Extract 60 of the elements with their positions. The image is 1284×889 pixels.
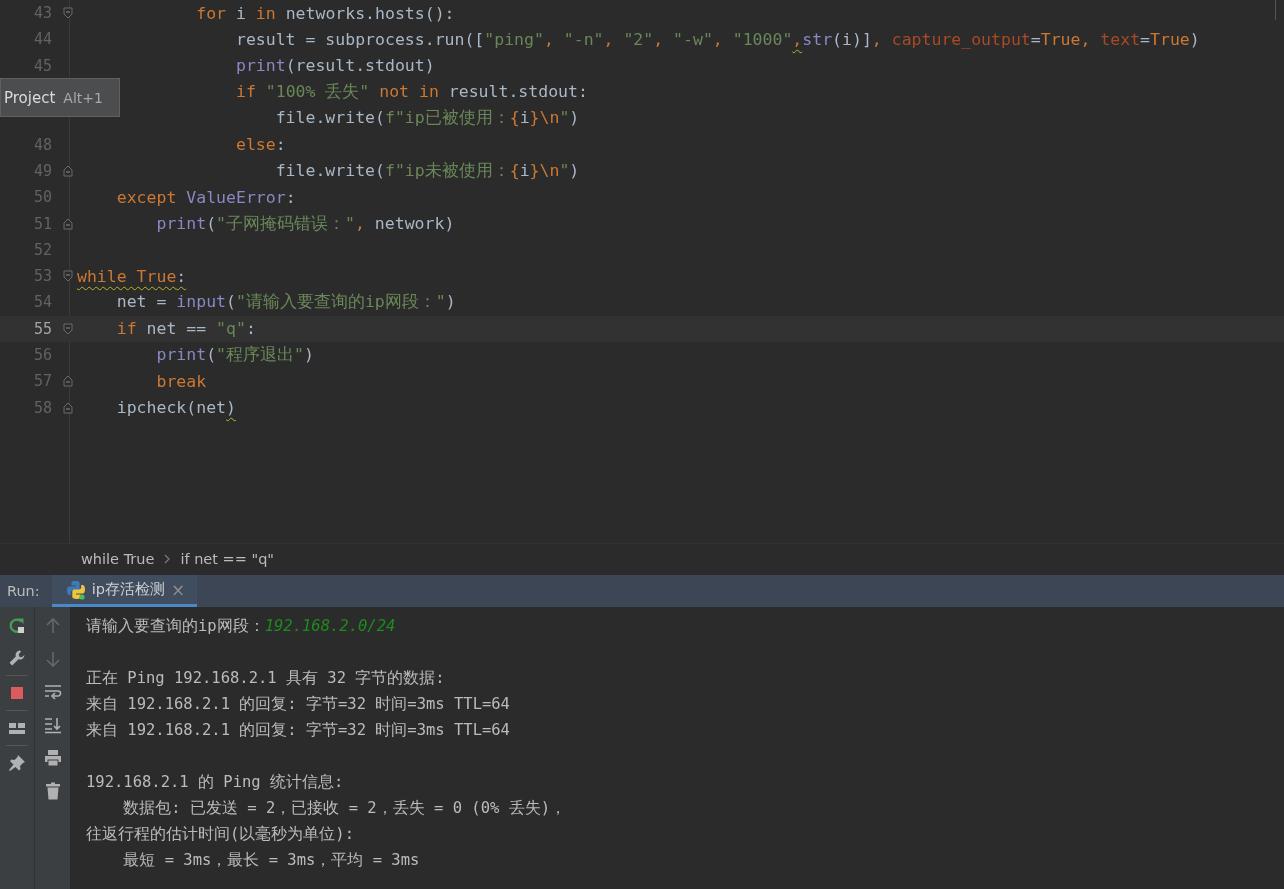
code-line: for i in networks.hosts():	[196, 3, 455, 23]
soft-wrap-icon[interactable]	[43, 683, 62, 701]
line-number: 50	[33, 188, 52, 207]
line-number: 56	[33, 346, 52, 364]
console-line: 最短 = 3ms，最长 = 3ms，平均 = 3ms	[122, 850, 421, 871]
rerun-icon[interactable]	[8, 617, 26, 635]
console-line: 请输入要查询的ip网段：192.168.2.0/24	[86, 616, 397, 637]
code-line: ipcheck(net)	[116, 398, 236, 418]
console-line: 192.168.2.1 的 Ping 统计信息:	[86, 772, 345, 793]
scroll-to-end-icon[interactable]	[43, 716, 62, 734]
console-line: 来自 192.168.2.1 的回复: 字节=32 时间=3ms TTL=64	[86, 694, 511, 715]
console-line: 数据包: 已发送 = 2，已接收 = 2，丢失 = 0 (0% 丢失)，	[122, 798, 567, 819]
line-number: 49	[33, 161, 52, 180]
run-tab[interactable]: ip存活检测 ×	[51, 575, 198, 607]
code-line: if "100% 丢失" not in result.stdout:	[235, 81, 588, 104]
code-line: break	[156, 371, 207, 391]
fold-icon[interactable]	[63, 164, 73, 177]
code-line: if net == "q":	[116, 319, 256, 339]
pin-icon[interactable]	[8, 754, 26, 772]
breadcrumb[interactable]: while True	[81, 551, 155, 567]
code-line: file.write(f"ip已被使用：{i}\n")	[275, 107, 580, 130]
code-line: result = subprocess.run(["ping", "-n", "2", "-w", "1000",str(i)], capture_output=True, text=True)	[235, 29, 1200, 49]
line-number: 58	[33, 398, 52, 417]
code-line: print(result.stdout)	[235, 56, 435, 76]
line-number: 45	[33, 56, 52, 75]
code-line: except ValueError:	[116, 187, 296, 207]
stop-icon[interactable]	[8, 684, 26, 702]
wrench-icon[interactable]	[8, 649, 26, 667]
tooltip-label: Project	[4, 88, 56, 107]
fold-icon[interactable]	[63, 217, 73, 230]
code-line: print("子网掩码错误：", network)	[156, 212, 455, 235]
line-number: 44	[33, 30, 52, 49]
line-number: 54	[33, 293, 52, 312]
code-line: file.write(f"ip未被使用：{i}\n")	[275, 159, 580, 182]
printer-icon[interactable]	[43, 749, 62, 767]
code-line: while True:	[77, 266, 187, 286]
fold-icon[interactable]	[63, 270, 73, 283]
line-number: 51	[33, 214, 52, 233]
line-number: 53	[33, 267, 52, 286]
breadcrumb[interactable]: if net == "q"	[180, 551, 275, 567]
line-number: 48	[33, 135, 52, 154]
line-number: 55	[33, 319, 52, 338]
line-number: 52	[33, 240, 52, 259]
trash-icon[interactable]	[43, 782, 62, 800]
chevron-icon	[164, 554, 171, 564]
fold-icon[interactable]	[63, 7, 73, 20]
code-line: else:	[235, 135, 286, 155]
shortcut-text: Alt+1	[63, 89, 103, 106]
line-number: 43	[33, 4, 52, 23]
fold-icon[interactable]	[63, 375, 73, 388]
code-line: net = input("请输入要查询的ip网段：")	[116, 291, 456, 314]
console-line: 来自 192.168.2.1 的回复: 字节=32 时间=3ms TTL=64	[86, 720, 511, 741]
console-line: 往返行程的估计时间(以毫秒为单位):	[86, 824, 355, 845]
console-line: 正在 Ping 192.168.2.1 具有 32 字节的数据:	[86, 668, 446, 689]
fold-icon[interactable]	[63, 322, 73, 335]
code-line: print("程序退出")	[156, 344, 314, 366]
run-label: Run:	[6, 582, 41, 601]
line-number: 57	[33, 372, 52, 391]
fold-icon[interactable]	[63, 401, 73, 414]
python-icon	[65, 579, 86, 600]
